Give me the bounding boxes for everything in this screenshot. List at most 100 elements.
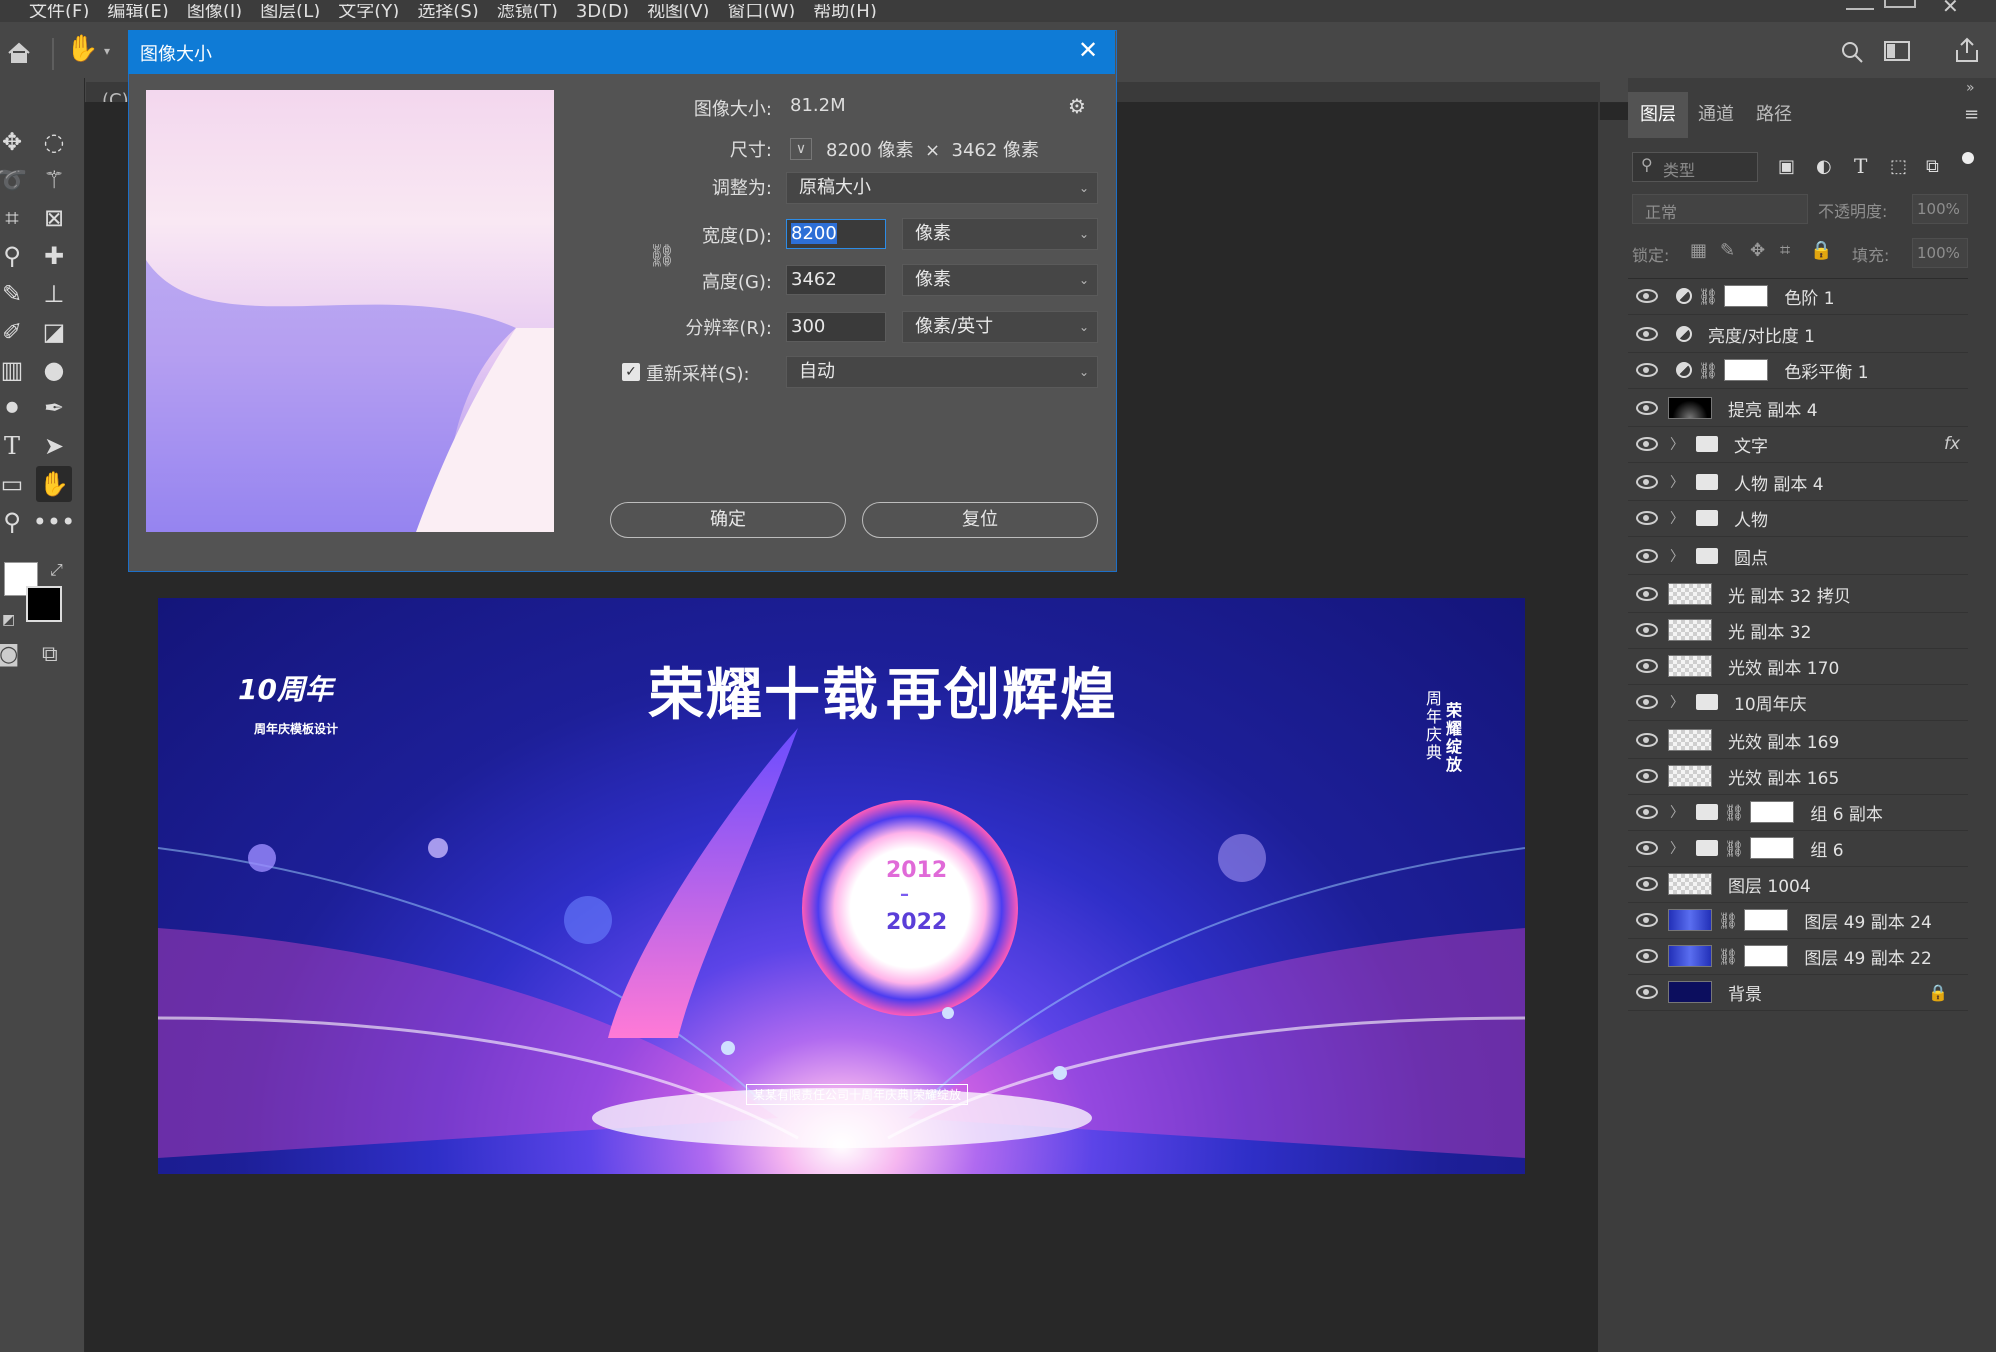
menu-type[interactable]: 文字(Y) (329, 4, 408, 18)
gradient-tool-icon[interactable]: ▥ (0, 352, 30, 388)
rectangle-tool-icon[interactable]: ▭ (0, 466, 30, 502)
minimize-button[interactable] (1846, 0, 1874, 10)
image-preview[interactable] (146, 90, 554, 532)
frame-tool-icon[interactable]: ⊠ (36, 200, 72, 236)
search-icon[interactable] (1840, 40, 1864, 64)
eyedropper-icon[interactable]: ⚲ (0, 238, 30, 274)
visibility-eye-icon[interactable] (1636, 289, 1658, 303)
lasso-tool-icon[interactable]: ➰ (0, 162, 30, 198)
dimensions-dropdown[interactable]: ∨ (790, 138, 812, 160)
blur-tool-icon[interactable]: ● (36, 352, 72, 388)
lock-all-icon[interactable]: 🔒 (1810, 240, 1832, 261)
layer-row[interactable]: 光效 副本 169 (1628, 722, 1968, 759)
default-colors-icon[interactable]: ◩ (2, 612, 15, 628)
quick-mask-icon[interactable]: ◙ (0, 642, 19, 667)
home-icon[interactable] (6, 40, 32, 66)
layer-row[interactable]: 〉 圆点 (1628, 538, 1968, 575)
pen-tool-icon[interactable]: ✒ (36, 390, 72, 426)
width-input[interactable]: 8200 (786, 219, 886, 249)
visibility-eye-icon[interactable] (1636, 659, 1658, 673)
visibility-eye-icon[interactable] (1636, 841, 1658, 855)
fill-field[interactable]: 100% (1912, 238, 1968, 268)
expand-chevron-icon[interactable]: 〉 (1670, 692, 1684, 712)
workspace-icon[interactable] (1884, 40, 1910, 62)
expand-chevron-icon[interactable]: 〉 (1670, 434, 1684, 454)
layer-row[interactable]: 亮度/对比度 1 (1628, 316, 1968, 353)
visibility-eye-icon[interactable] (1636, 401, 1658, 415)
hand-tool-icon[interactable]: ✋ (66, 34, 98, 64)
layer-row[interactable]: 光 副本 32 拷贝 (1628, 576, 1968, 613)
resample-checkbox[interactable]: ✓ (622, 363, 640, 381)
move-tool-icon[interactable]: ✥ (0, 124, 30, 160)
crop-tool-icon[interactable]: ⌗ (0, 200, 30, 236)
visibility-eye-icon[interactable] (1636, 769, 1658, 783)
layer-row[interactable]: 提亮 副本 4 (1628, 390, 1968, 427)
menu-select[interactable]: 选择(S) (408, 4, 487, 18)
collapse-panels-icon[interactable]: » (1966, 80, 1975, 96)
layer-row[interactable]: ⛓ 图层 49 副本 22 (1628, 938, 1968, 975)
layer-row[interactable]: 〉 10周年庆 (1628, 684, 1968, 721)
layer-row[interactable]: 光效 副本 165 (1628, 758, 1968, 795)
resolution-input[interactable]: 300 (786, 312, 886, 342)
menu-help[interactable]: 帮助(H) (804, 4, 886, 18)
close-window-icon[interactable]: ✕ (1942, 0, 1959, 18)
more-tools-icon[interactable]: ••• (33, 504, 75, 540)
tab-channels[interactable]: 通道 (1686, 92, 1746, 138)
visibility-eye-icon[interactable] (1636, 511, 1658, 525)
settings-gear-icon[interactable]: ⚙ (1068, 94, 1086, 118)
layer-row[interactable]: 图层 1004 (1628, 866, 1968, 903)
history-brush-icon[interactable]: ✐ (0, 314, 30, 350)
swap-colors-icon[interactable]: ⤢ (50, 560, 63, 580)
menu-window[interactable]: 窗口(W) (718, 4, 804, 18)
hand-tool-active-icon[interactable]: ✋ (36, 466, 72, 502)
resolution-unit-select[interactable]: 像素/英寸 ⌄ (902, 311, 1098, 343)
opacity-field[interactable]: 100% (1912, 194, 1968, 224)
visibility-eye-icon[interactable] (1636, 985, 1658, 999)
screen-mode-icon[interactable]: ⧉ (42, 642, 58, 667)
maximize-button[interactable] (1884, 0, 1916, 8)
menu-view[interactable]: 视图(V) (638, 4, 718, 18)
layer-row[interactable]: ⛓ 图层 49 副本 24 (1628, 902, 1968, 939)
visibility-eye-icon[interactable] (1636, 913, 1658, 927)
visibility-eye-icon[interactable] (1636, 363, 1658, 377)
layer-row[interactable]: 〉 ⛓ 组 6 (1628, 830, 1968, 867)
type-tool-icon[interactable]: T (0, 428, 30, 464)
layer-row[interactable]: 〉 人物 (1628, 500, 1968, 537)
lock-artboard-icon[interactable]: ⌗ (1780, 240, 1790, 261)
dodge-tool-icon[interactable]: ⚫ (0, 390, 30, 426)
path-select-icon[interactable]: ➤ (36, 428, 72, 464)
pixel-filter-icon[interactable]: ▣ (1778, 156, 1795, 177)
layer-mask-thumbnail[interactable] (1724, 285, 1769, 307)
lock-pixels-icon[interactable]: ✎ (1720, 240, 1735, 261)
reset-button[interactable]: 复位 (862, 502, 1098, 538)
expand-chevron-icon[interactable]: 〉 (1670, 838, 1684, 858)
filter-toggle-icon[interactable] (1962, 152, 1974, 164)
layer-filter-select[interactable]: ⚲ 类型 (1632, 152, 1758, 182)
panel-menu-icon[interactable]: ≡ (1964, 104, 1979, 125)
visibility-eye-icon[interactable] (1636, 623, 1658, 637)
height-input[interactable]: 3462 (786, 265, 886, 295)
menu-image[interactable]: 图像(I) (178, 4, 251, 18)
zoom-tool-icon[interactable]: ⚲ (0, 504, 30, 540)
layer-mask-thumbnail[interactable] (1750, 837, 1795, 859)
magic-wand-icon[interactable]: ⚚ (36, 162, 72, 198)
expand-chevron-icon[interactable]: 〉 (1670, 508, 1684, 528)
eraser-tool-icon[interactable]: ◪ (36, 314, 72, 350)
expand-chevron-icon[interactable]: 〉 (1670, 472, 1684, 492)
visibility-eye-icon[interactable] (1636, 733, 1658, 747)
visibility-eye-icon[interactable] (1636, 475, 1658, 489)
fit-to-select[interactable]: 原稿大小 ⌄ (786, 172, 1098, 204)
visibility-eye-icon[interactable] (1636, 587, 1658, 601)
share-icon[interactable] (1954, 36, 1980, 64)
canvas-scrollbar[interactable] (1598, 120, 1628, 1352)
background-color-swatch[interactable] (26, 586, 62, 622)
layer-mask-thumbnail[interactable] (1724, 359, 1769, 381)
layer-row[interactable]: 〉 ⛓ 组 6 副本 (1628, 794, 1968, 831)
resample-select[interactable]: 自动 ⌄ (786, 356, 1098, 388)
blend-mode-select[interactable]: 正常 (1632, 194, 1808, 224)
ok-button[interactable]: 确定 (610, 502, 846, 538)
width-unit-select[interactable]: 像素 ⌄ (902, 218, 1098, 250)
healing-brush-icon[interactable]: ✚ (36, 238, 72, 274)
type-filter-icon[interactable]: T (1854, 154, 1867, 178)
close-icon[interactable]: ✕ (1078, 36, 1098, 64)
